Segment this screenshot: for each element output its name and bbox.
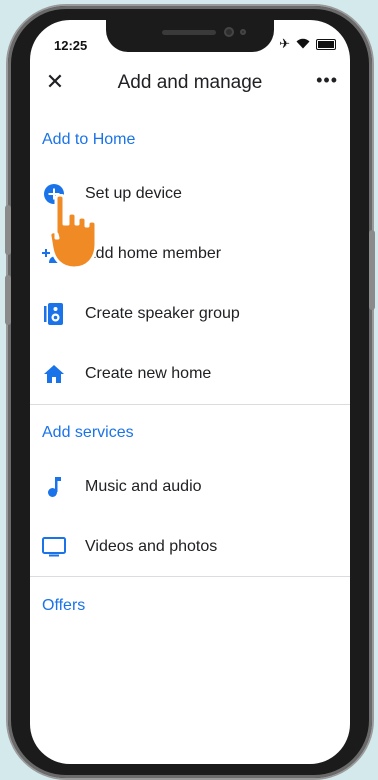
section-title-add-services: Add services [42,424,134,441]
tapping-hand-icon [48,193,118,274]
more-options-button[interactable]: ••• [316,70,338,91]
sensor [240,29,246,35]
side-button [5,205,11,255]
notch [106,20,274,52]
battery-icon [316,38,336,50]
create-speaker-group-item[interactable]: Create speaker group [30,292,350,336]
music-and-audio-label: Music and audio [85,478,202,495]
create-speaker-group-label: Create speaker group [85,305,240,322]
create-new-home-item[interactable]: Create new home [30,352,350,396]
music-and-audio-item[interactable]: Music and audio [30,465,350,509]
status-icons: ✈ [279,36,336,52]
phone-screen: 12:25 ✈ ✕ Add and manage ••• Add to Home… [30,20,350,764]
videos-and-photos-label: Videos and photos [85,538,218,555]
music-note-icon [42,475,66,499]
airplane-icon: ✈ [279,36,290,51]
home-icon [42,362,66,386]
wifi-icon [296,37,310,52]
speaker-icon [42,302,66,326]
divider [30,404,350,405]
app-header: ✕ Add and manage ••• [30,68,350,98]
tv-icon [42,535,66,559]
front-camera [224,27,234,37]
side-button [5,275,11,325]
section-title-offers[interactable]: Offers [42,597,85,615]
divider [30,576,350,577]
page-title: Add and manage [117,72,263,93]
status-time: 12:25 [54,38,88,53]
side-button [369,230,375,310]
section-title-add-to-home: Add to Home [42,131,136,148]
create-new-home-label: Create new home [85,365,212,382]
earpiece-speaker [162,30,216,35]
videos-and-photos-item[interactable]: Videos and photos [30,525,350,569]
